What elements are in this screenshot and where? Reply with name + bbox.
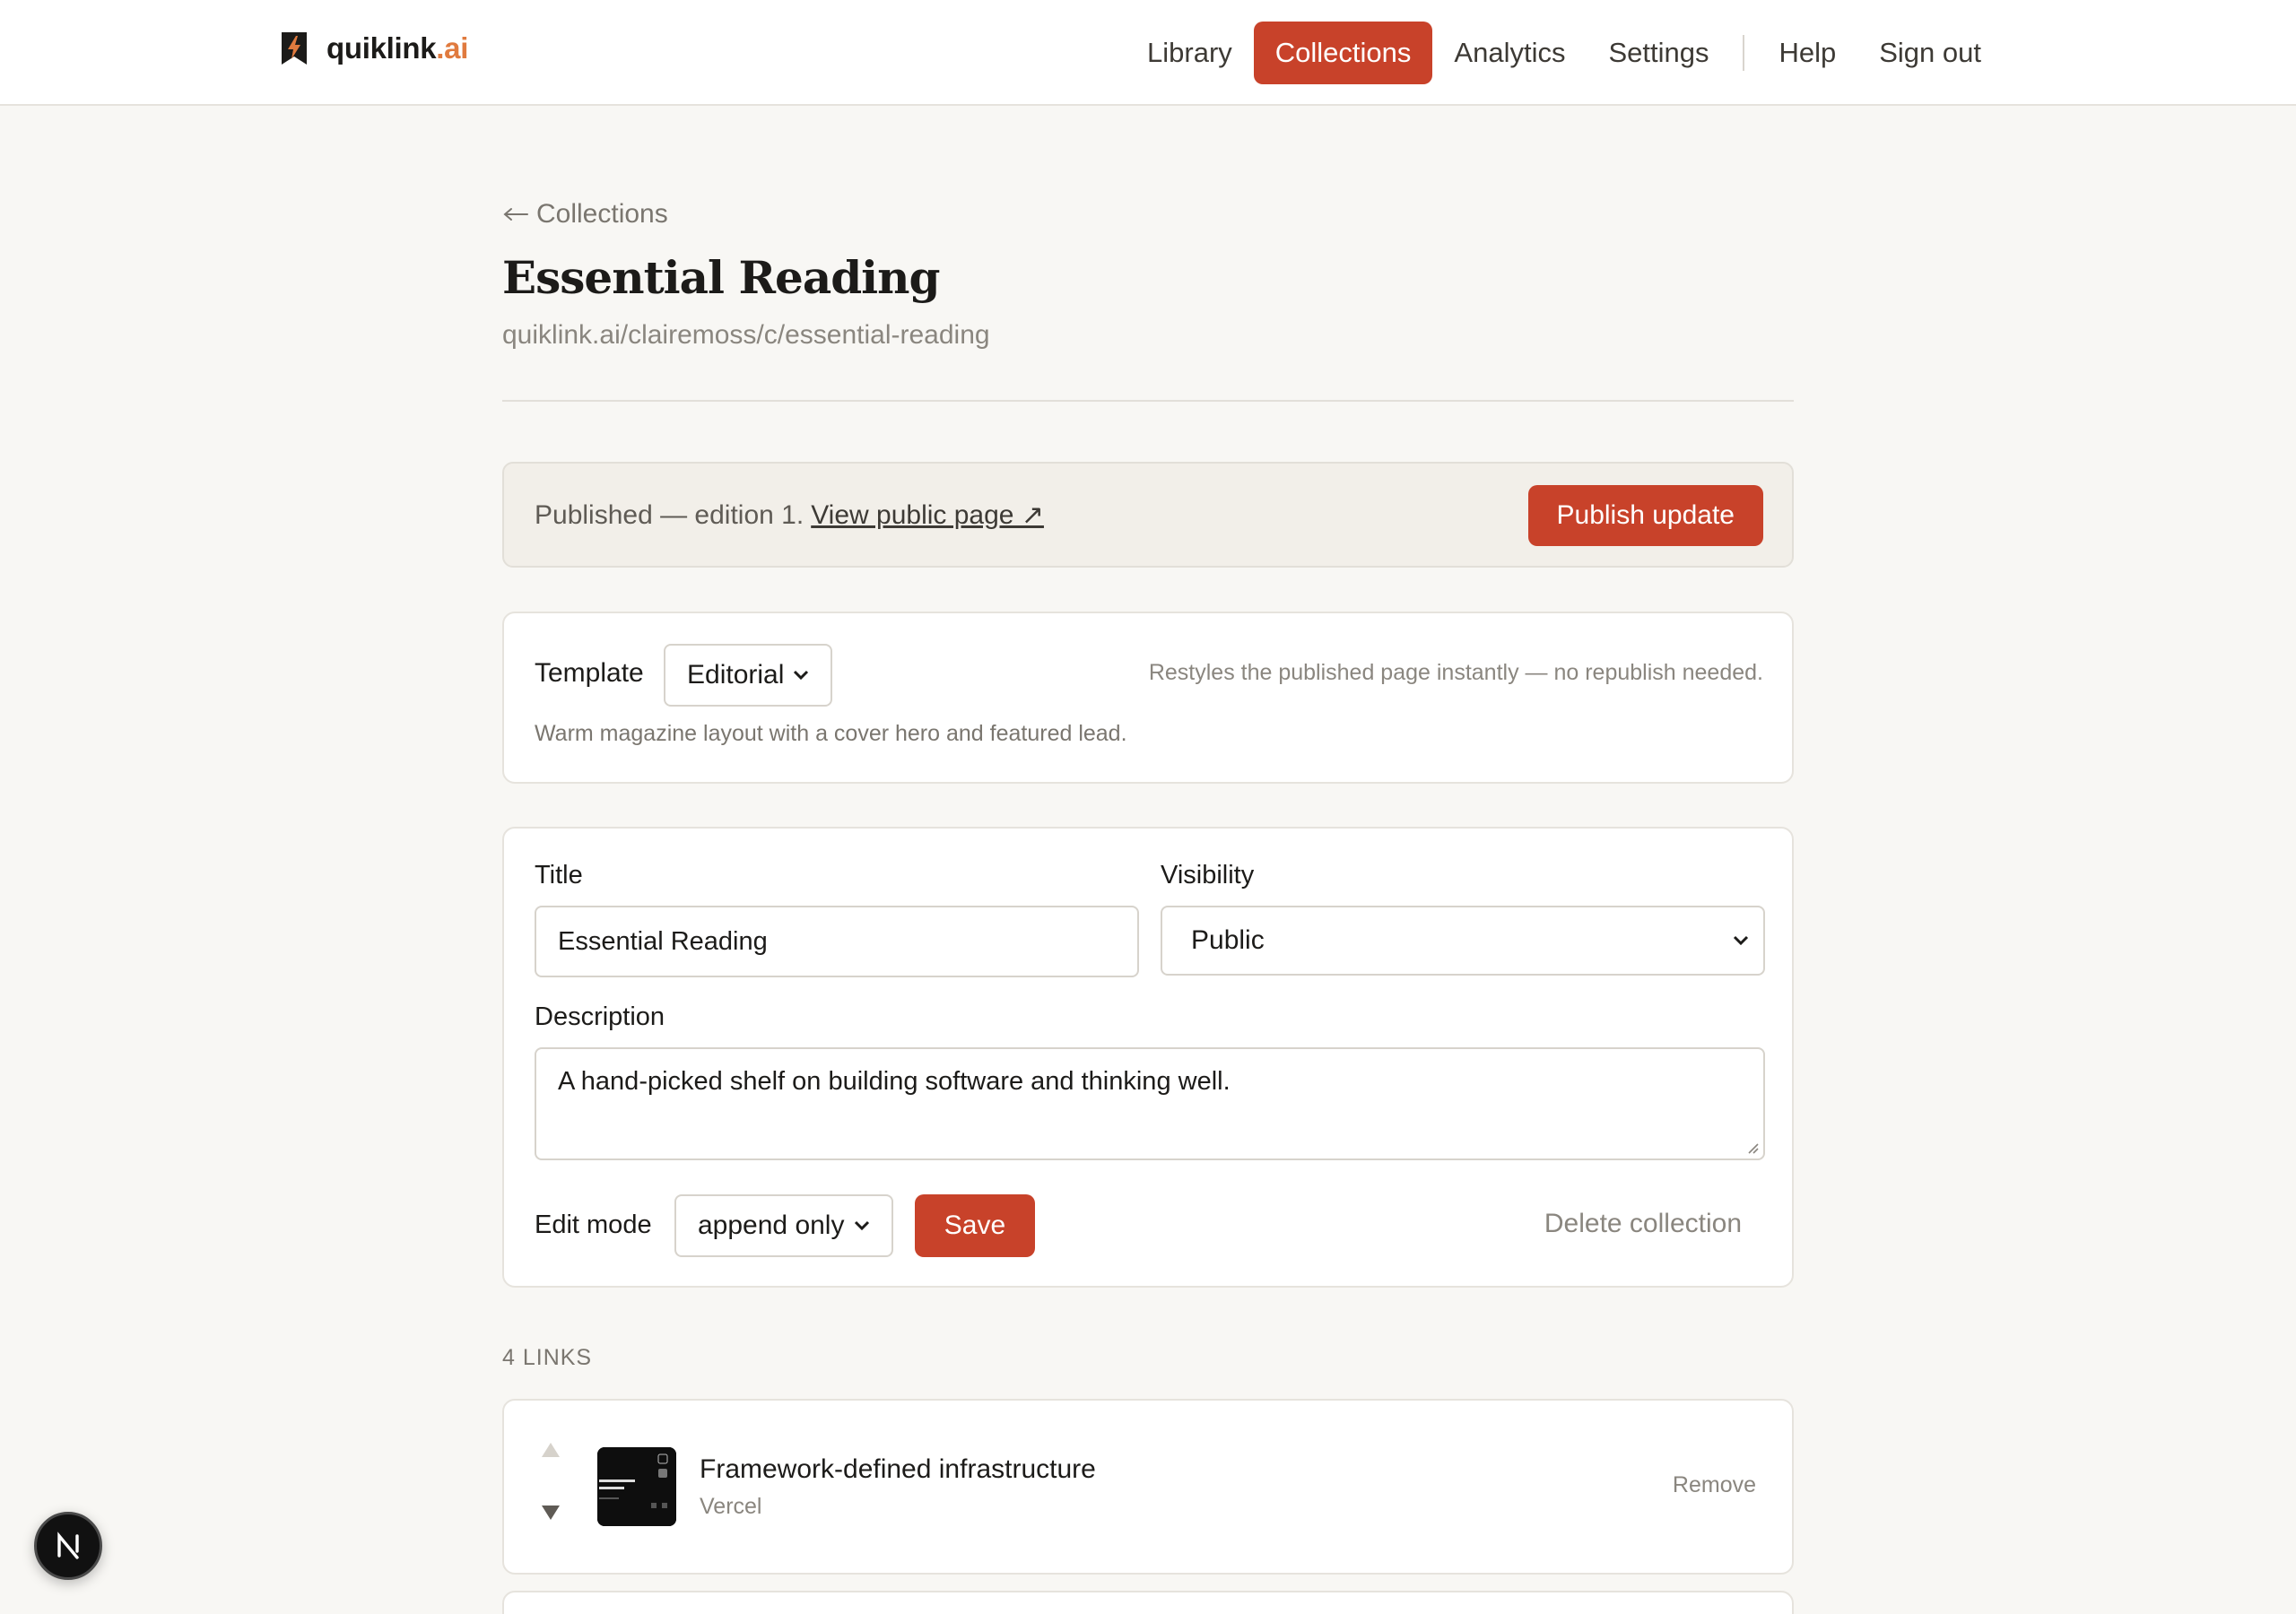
resize-grip-icon[interactable] <box>1744 1139 1760 1155</box>
collection-settings-card: Title Visibility Essential Reading Publi… <box>502 827 1794 1288</box>
link-item: Framework-defined infrastructure Vercel … <box>502 1399 1794 1575</box>
template-label: Template <box>535 658 644 688</box>
link-thumbnail <box>597 1447 676 1526</box>
back-to-collections-link[interactable]: Collections <box>502 199 668 230</box>
nav-sign-out[interactable]: Sign out <box>1857 22 2003 84</box>
thumbnail-image <box>597 1447 676 1526</box>
chevron-down-icon <box>854 1220 870 1231</box>
template-selected-value: Editorial <box>687 660 785 690</box>
brand-logo[interactable]: quiklink.ai <box>280 29 468 68</box>
header-divider <box>502 400 1794 402</box>
view-public-page-link[interactable]: View public page ↗ <box>811 500 1044 530</box>
save-button[interactable]: Save <box>915 1194 1035 1257</box>
triangle-down-icon <box>542 1506 560 1520</box>
edit-mode-select[interactable]: append only <box>674 1194 893 1257</box>
visibility-selected-value: Public <box>1191 925 1265 955</box>
description-value: A hand-picked shelf on building software… <box>558 1067 1231 1096</box>
nextjs-dev-badge[interactable] <box>34 1512 102 1580</box>
nav-library[interactable]: Library <box>1126 22 1254 84</box>
nextjs-icon <box>57 1532 79 1559</box>
arrow-left-icon <box>503 208 528 221</box>
back-link-label: Collections <box>536 199 668 229</box>
title-label: Title <box>535 861 583 889</box>
links-count-heading: 4 LINKS <box>502 1345 593 1370</box>
visibility-label: Visibility <box>1161 861 1255 889</box>
description-label: Description <box>535 1002 665 1031</box>
edit-mode-selected-value: append only <box>698 1210 845 1240</box>
nav-analytics[interactable]: Analytics <box>1432 22 1587 84</box>
remove-link-button[interactable]: Remove <box>1673 1472 1756 1498</box>
template-select[interactable]: Editorial <box>664 644 832 707</box>
visibility-select[interactable]: Public <box>1161 906 1765 976</box>
move-up-button[interactable] <box>540 1436 561 1465</box>
delete-collection-link[interactable]: Delete collection <box>1544 1209 1742 1239</box>
triangle-up-icon <box>542 1443 560 1457</box>
link-item-partial <box>502 1591 1794 1614</box>
publish-status-text: Published — edition 1. View public page ↗ <box>535 499 1044 531</box>
link-title[interactable]: Framework-defined infrastructure <box>700 1454 1096 1485</box>
collection-url: quiklink.ai/clairemoss/c/essential-readi… <box>502 320 990 350</box>
publish-update-button[interactable]: Publish update <box>1527 485 1763 546</box>
template-note: Restyles the published page instantly — … <box>1148 660 1763 685</box>
brand-name: quiklink.ai <box>326 31 469 65</box>
edit-mode-label: Edit mode <box>535 1210 652 1239</box>
top-navigation-bar: quiklink.ai Library Collections Analytic… <box>0 0 2296 106</box>
move-down-button[interactable] <box>540 1499 561 1528</box>
template-card: Template Editorial Restyles the publishe… <box>502 612 1794 784</box>
main-nav: Library Collections Analytics Settings H… <box>1126 22 2003 84</box>
nav-help[interactable]: Help <box>1757 22 1857 84</box>
bookmark-bolt-icon <box>282 32 307 65</box>
page-title: Essential Reading <box>502 251 940 304</box>
chevron-down-icon <box>793 670 809 681</box>
nav-collections[interactable]: Collections <box>1253 22 1433 84</box>
edition-status: Published — edition 1. <box>535 500 804 530</box>
nav-divider <box>1743 35 1745 71</box>
publish-status-banner: Published — edition 1. View public page ↗… <box>502 462 1794 568</box>
nav-settings[interactable]: Settings <box>1587 22 1730 84</box>
link-source: Vercel <box>700 1494 762 1519</box>
description-textarea[interactable]: A hand-picked shelf on building software… <box>535 1047 1765 1160</box>
template-description: Warm magazine layout with a cover hero a… <box>535 721 1127 746</box>
chevron-down-icon <box>1733 935 1749 946</box>
title-input[interactable]: Essential Reading <box>535 906 1139 977</box>
